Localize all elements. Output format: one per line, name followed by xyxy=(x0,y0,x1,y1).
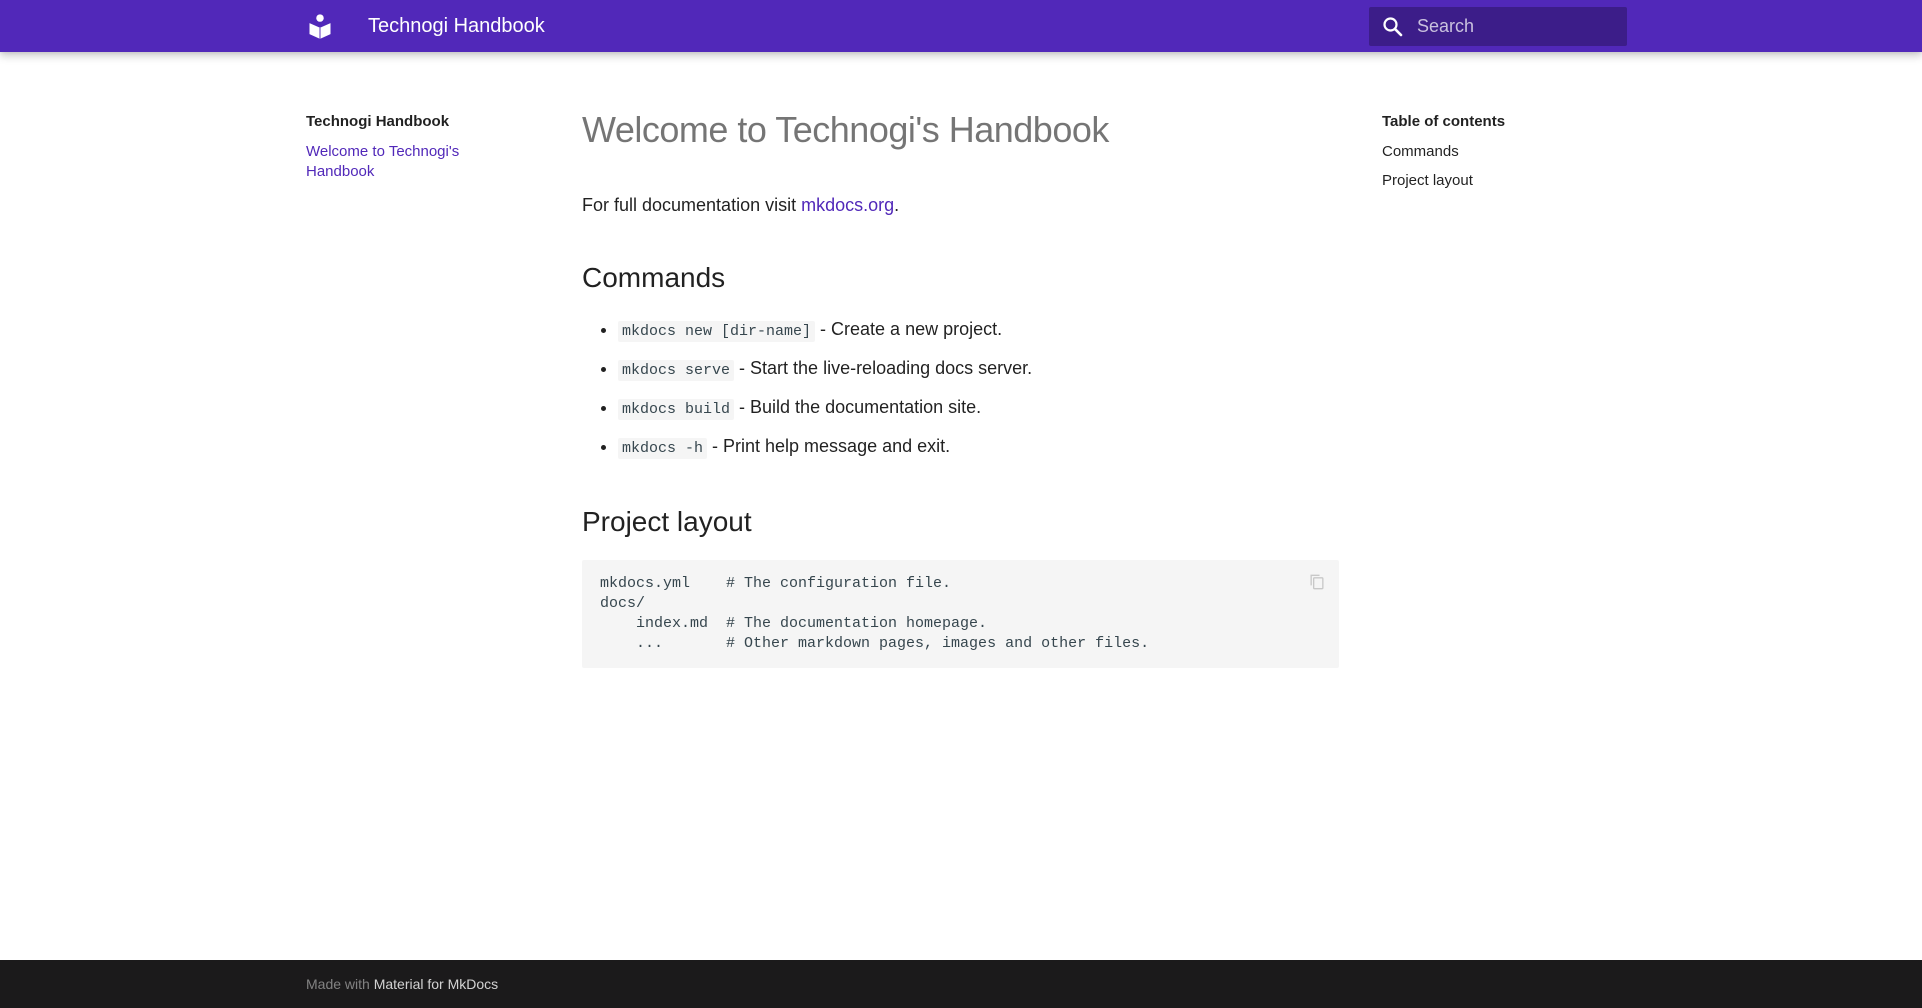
primary-navigation: Technogi Handbook Welcome to Technogi's … xyxy=(306,112,526,182)
intro-text: For full documentation visit xyxy=(582,195,802,215)
project-layout-code-block: mkdocs.yml # The configuration file. doc… xyxy=(582,560,1339,668)
sidebar-item-welcome[interactable]: Welcome to Technogi's Handbook xyxy=(306,142,496,182)
project-layout-heading: Project layout xyxy=(582,506,752,537)
search-input[interactable] xyxy=(1417,7,1617,46)
list-item: mkdocs serve - Start the live-reloading … xyxy=(618,355,1339,384)
site-title[interactable]: Technogi Handbook xyxy=(368,12,545,40)
command-code: mkdocs new [dir-name] xyxy=(618,321,816,342)
sidebar-title: Technogi Handbook xyxy=(306,113,450,130)
commands-heading: Commands xyxy=(582,262,726,293)
footer: Made with Material for MkDocs xyxy=(0,960,1922,1008)
commands-list: mkdocs new [dir-name] - Create a new pro… xyxy=(582,316,1339,462)
command-description: - Start the live-reloading docs server. xyxy=(734,358,1033,378)
intro-paragraph: For full documentation visit mkdocs.org. xyxy=(582,190,1339,220)
table-of-contents: Table of contents Commands Project layou… xyxy=(1382,112,1622,200)
command-description: - Create a new project. xyxy=(815,319,1003,339)
toc-item-commands[interactable]: Commands xyxy=(1382,142,1622,162)
command-code: mkdocs build xyxy=(618,399,735,420)
command-code: mkdocs serve xyxy=(618,360,735,381)
command-description: - Build the documentation site. xyxy=(734,397,982,417)
top-header: Technogi Handbook xyxy=(0,0,1922,52)
command-code: mkdocs -h xyxy=(618,438,708,459)
list-item: mkdocs -h - Print help message and exit. xyxy=(618,433,1339,462)
footer-prefix: Made with xyxy=(306,976,374,992)
list-item: mkdocs new [dir-name] - Create a new pro… xyxy=(618,316,1339,345)
page-title: Welcome to Technogi's Handbook xyxy=(582,109,1109,150)
footer-credit: Made with Material for MkDocs xyxy=(306,974,498,994)
list-item: mkdocs build - Build the documentation s… xyxy=(618,394,1339,423)
search-icon[interactable] xyxy=(1381,15,1405,39)
code-content: mkdocs.yml # The configuration file. doc… xyxy=(600,575,1150,652)
command-description: - Print help message and exit. xyxy=(707,436,951,456)
mkdocs-org-link[interactable]: mkdocs.org xyxy=(801,195,894,215)
main-content: Welcome to Technogi's Handbook For full … xyxy=(582,100,1339,668)
search-box[interactable] xyxy=(1369,7,1627,46)
intro-suffix: . xyxy=(894,195,900,215)
book-reader-icon[interactable] xyxy=(306,12,334,40)
copy-icon[interactable] xyxy=(1307,572,1327,592)
toc-item-project-layout[interactable]: Project layout xyxy=(1382,171,1622,191)
material-for-mkdocs-link[interactable]: Material for MkDocs xyxy=(374,976,498,992)
toc-title: Table of contents xyxy=(1382,113,1506,130)
